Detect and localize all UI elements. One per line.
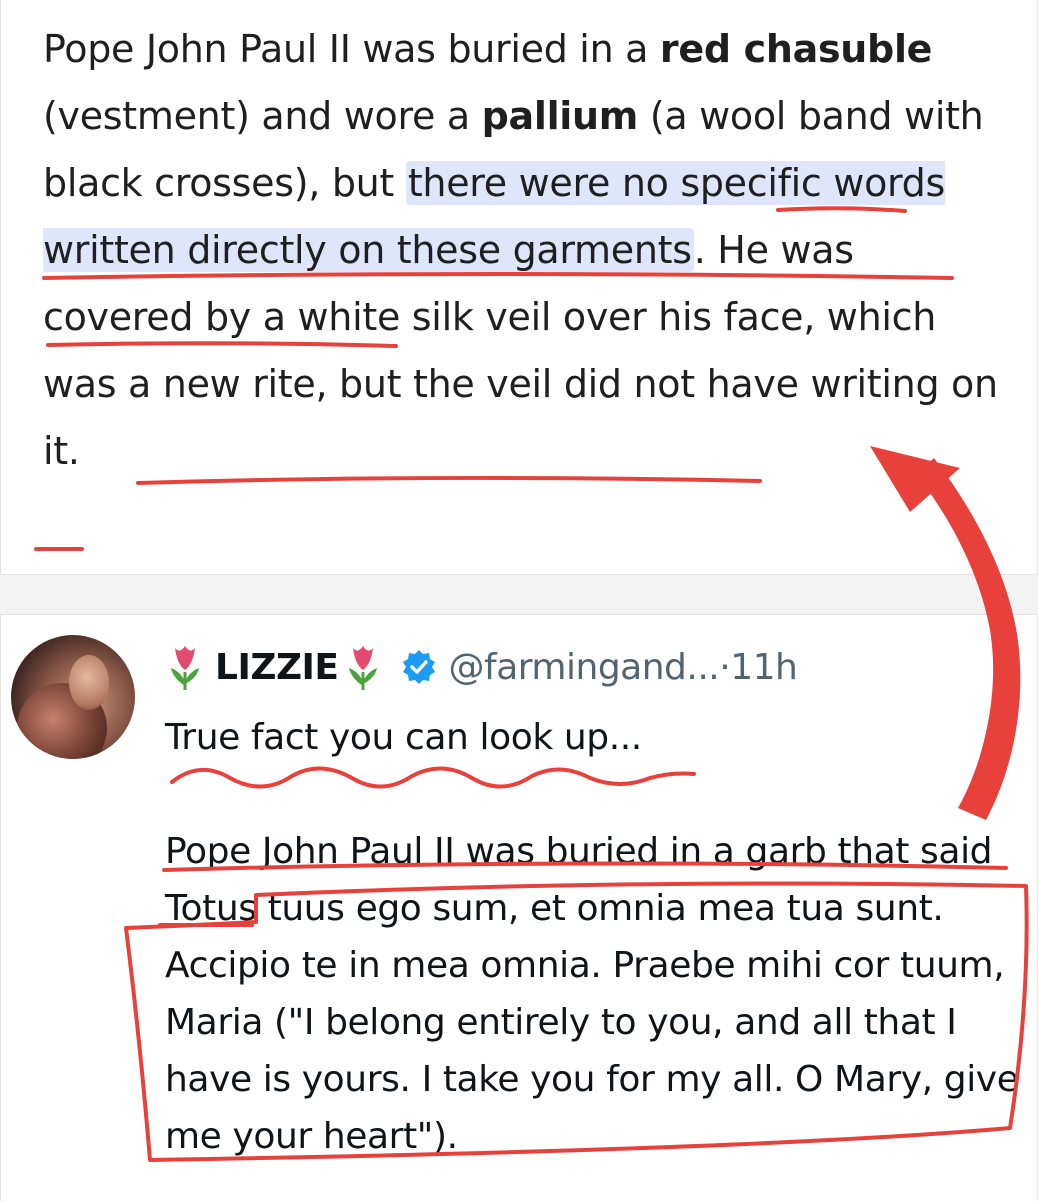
verified-badge-icon xyxy=(402,650,435,684)
answer-bold-red-chasuble: red chasuble xyxy=(659,27,933,71)
tweet-card[interactable]: LIZZIE @farmingand... · 11h True fact yo… xyxy=(0,614,1038,1201)
tweet-line-1: True fact you can look up... xyxy=(165,717,642,758)
tweet-separator: · xyxy=(719,646,731,688)
tweet-timestamp[interactable]: 11h xyxy=(730,647,798,688)
answer-bold-pallium: pallium xyxy=(481,94,639,138)
tweet-display-name[interactable]: LIZZIE xyxy=(215,647,339,688)
avatar[interactable] xyxy=(11,635,135,759)
answer-text-part: (vestment) and wore a xyxy=(43,94,482,138)
tweet-handle[interactable]: @farmingand... xyxy=(449,647,720,688)
tweet-text: True fact you can look up... Pope John P… xyxy=(165,709,1025,1165)
ai-answer-text: Pope John Paul II was buried in a red ch… xyxy=(43,16,1003,485)
ai-answer-card: Pope John Paul II was buried in a red ch… xyxy=(0,0,1038,575)
tweet-paragraph-gap xyxy=(165,766,1025,823)
avatar-face xyxy=(69,655,109,710)
tulip-emoji-icon xyxy=(171,646,199,690)
tulip-emoji-icon xyxy=(348,646,377,690)
answer-text-part: Pope John Paul II was buried in a xyxy=(43,27,660,71)
tweet-line-2: Pope John Paul II was buried in a garb t… xyxy=(165,831,1019,1157)
tweet-header: LIZZIE @farmingand... · 11h xyxy=(165,637,798,697)
